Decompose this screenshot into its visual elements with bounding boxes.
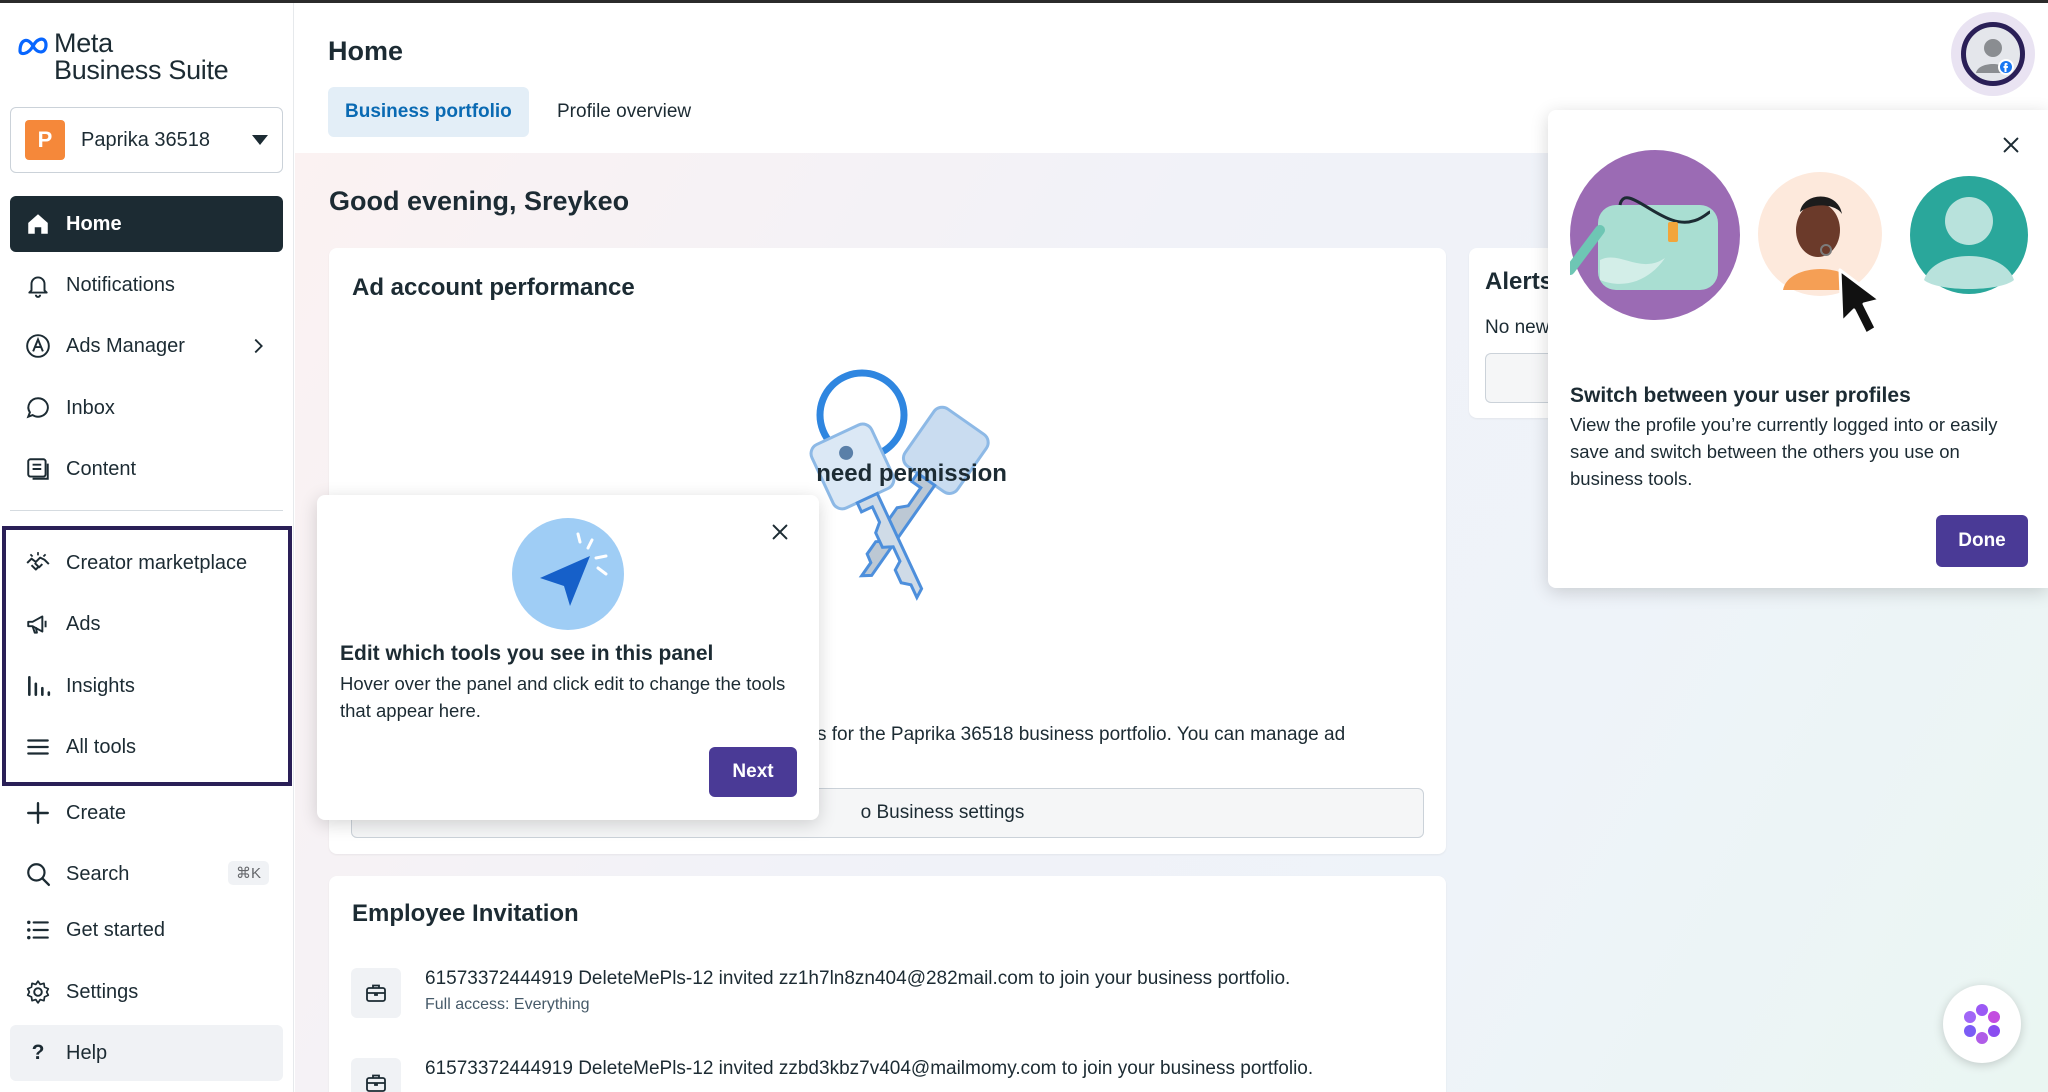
plus-icon [24,799,52,827]
search-shortcut-badge: ⌘K [227,861,269,885]
permission-description: s for the Paprika 36518 business portfol… [817,724,1346,745]
tab-profile-overview[interactable]: Profile overview [540,87,708,137]
search-icon [24,860,52,888]
sidebar-item-label: All tools [66,735,137,758]
invitation-message: 61573372444919 DeleteMePls-12 invited zz… [425,968,1291,989]
list-item[interactable]: 61573372444919 DeleteMePls-12 invited zz… [351,968,1290,1018]
sidebar-item-help[interactable]: ? Help [10,1025,283,1081]
sidebar-item-label: Insights [66,674,135,697]
tab-business-portfolio[interactable]: Business portfolio [328,87,529,137]
profiles-popover-title: Switch between your user profiles [1570,384,1911,407]
sidebar-item-label: Inbox [66,396,115,419]
profile-switcher-avatar[interactable] [1951,12,2035,96]
sidebar-item-label: Content [66,457,137,480]
permission-heading: You need permission [466,460,1007,487]
bar-chart-icon [24,672,52,700]
person-silhouette-icon [1976,39,2014,75]
tools-popover-body: Hover over the panel and click edit to c… [340,673,786,721]
generic-profile-illustration [1910,176,2028,294]
invitation-access: Full access: Everything [425,996,590,1013]
portfolio-name: Paprika 36518 [81,128,210,151]
avatar [1961,22,2025,86]
gear-icon [24,978,52,1006]
ads-manager-icon [24,332,52,360]
sidebar-item-label: Creator marketplace [66,551,248,574]
list-item[interactable]: 61573372444919 DeleteMePls-12 invited zz… [351,1058,1313,1092]
brand-line-2: Business Suite [54,55,229,85]
alerts-text: No new [1485,317,1550,338]
sidebar-item-inbox[interactable]: Inbox [10,380,283,436]
sidebar-item-get-started[interactable]: Get started [10,902,283,958]
sidebar-item-content[interactable]: Content [10,441,283,497]
sidebar-item-notifications[interactable]: Notifications [10,257,283,313]
permission-heading-text: need permission [816,460,1007,487]
close-profiles-popover-button[interactable] [1996,130,2026,160]
tools-popover-title: Edit which tools you see in this panel [340,642,714,665]
sidebar-item-settings[interactable]: Settings [10,964,283,1020]
profiles-popover-body: View the profile you’re currently logged… [1570,414,1998,489]
invitation-text: 61573372444919 DeleteMePls-12 invited zz… [425,968,1290,1018]
invitation-text: 61573372444919 DeleteMePls-12 invited zz… [425,1058,1313,1092]
done-button[interactable]: Done [1936,515,2028,567]
settings-button-label: o Business settings [860,802,1025,823]
alerts-title: Alerts [1485,268,1554,295]
briefcase-icon [351,968,401,1018]
handbag-profile-illustration [1570,150,1740,320]
sidebar-item-label: Settings [66,980,139,1003]
sidebar-item-home[interactable]: Home [10,196,283,252]
close-tools-popover-button[interactable] [765,517,795,547]
sidebar-item-label: Ads [66,612,101,635]
sidebar-item-label: Help [66,1041,108,1064]
cursor-illustration [512,518,624,630]
flower-logo-icon [1964,1004,2000,1044]
sidebar-item-ads-manager[interactable]: Ads Manager [10,318,283,374]
chevron-right-icon [254,338,263,354]
handshake-icon [24,549,52,577]
sidebar-item-label: Search [66,862,130,885]
close-icon [2003,137,2019,153]
window-top-border [0,0,2048,3]
menu-icon [24,733,52,761]
sidebar-item-search[interactable]: Search ⌘K [10,846,283,902]
assistant-button[interactable] [1943,985,2021,1063]
cursor-arrow-icon [540,532,608,606]
question-icon: ? [31,1041,45,1064]
home-icon [24,210,52,238]
portfolio-selector[interactable]: P Paprika 36518 [10,107,283,173]
sidebar-item-insights[interactable]: Insights [10,658,283,714]
page-title: Home [328,36,404,66]
briefcase-icon [351,1058,401,1092]
bell-icon [24,271,52,299]
sidebar-item-label: Get started [66,918,165,941]
caret-down-icon [252,135,268,145]
sidebar-item-ads[interactable]: Ads [10,596,283,652]
person-profile-illustration [1758,172,1882,336]
sidebar-item-label: Create [66,801,127,824]
greeting-heading: Good evening, Sreykeo [329,186,630,216]
edit-tools-popover: Edit which tools you see in this panel H… [317,495,819,820]
sidebar-item-create[interactable]: Create [10,785,283,841]
next-button[interactable]: Next [709,747,797,797]
sidebar-item-creator-marketplace[interactable]: Creator marketplace [10,535,283,591]
checklist-icon [24,916,52,944]
close-icon [772,524,788,540]
megaphone-icon [24,610,52,638]
content-icon [24,455,52,483]
chat-bubble-icon [24,394,52,422]
invitation-message: 61573372444919 DeleteMePls-12 invited zz… [425,1058,1314,1079]
sidebar-divider [10,510,283,511]
ad-performance-title: Ad account performance [352,274,635,301]
meta-business-suite-logo[interactable]: Meta Business Suite [16,28,229,85]
portfolio-avatar: P [25,120,65,160]
sidebar-item-all-tools[interactable]: All tools [10,719,283,775]
sidebar-item-label: Home [66,212,122,235]
brand-line-1: Meta [54,28,113,58]
employee-invitation-title: Employee Invitation [352,900,579,927]
sidebar-item-label: Ads Manager [66,334,185,357]
brand-name: Meta Business Suite [54,28,229,85]
switch-profiles-popover: Switch between your user profiles View t… [1548,110,2048,588]
meta-infinity-icon [18,37,48,56]
sidebar-item-label: Notifications [66,273,175,296]
